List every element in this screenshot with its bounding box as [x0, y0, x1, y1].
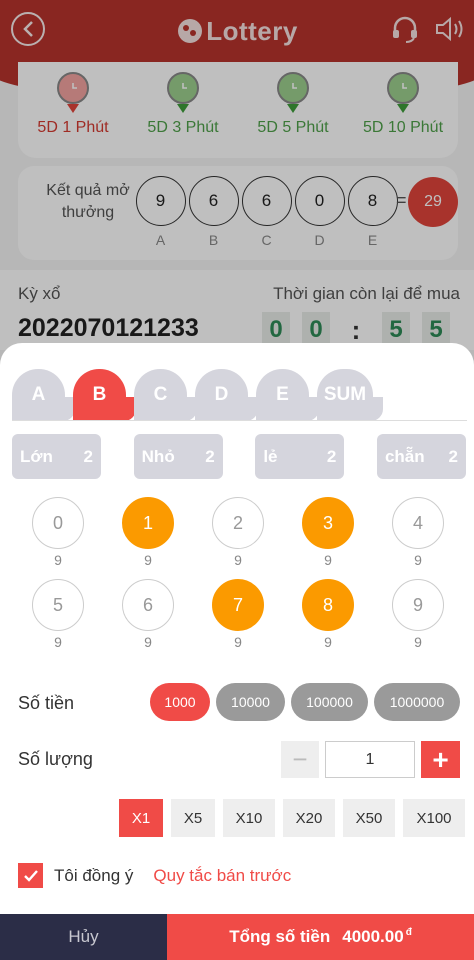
number-odds: 9	[144, 634, 152, 650]
number-odds: 9	[414, 634, 422, 650]
number-ball-3[interactable]: 3	[302, 497, 354, 549]
option-odds: 2	[448, 446, 458, 466]
quantity-decrease-button[interactable]: −	[281, 741, 319, 778]
number-ball-9[interactable]: 9	[392, 579, 444, 631]
multiplier-x10[interactable]: X10	[223, 799, 275, 837]
amount-option-10000[interactable]: 10000	[216, 683, 285, 721]
number-ball-4[interactable]: 4	[392, 497, 444, 549]
number-odds: 9	[324, 634, 332, 650]
multiplier-x5[interactable]: X5	[171, 799, 215, 837]
number-ball-6[interactable]: 6	[122, 579, 174, 631]
number-odds: 9	[144, 552, 152, 568]
number-odds: 9	[414, 552, 422, 568]
number-grid: 09 19 29 39 49 59 69 79 89 99	[32, 497, 452, 661]
number-ball-0[interactable]: 0	[32, 497, 84, 549]
total-label: Tổng số tiền	[229, 927, 331, 946]
option-label: Lớn	[20, 446, 53, 466]
tab-c[interactable]: C	[134, 369, 197, 421]
number-ball-7[interactable]: 7	[212, 579, 264, 631]
option-small-button[interactable]: Nhỏ 2	[133, 434, 223, 479]
number-ball-1[interactable]: 1	[122, 497, 174, 549]
number-odds: 9	[234, 552, 242, 568]
bet-sheet: A B C D E SUM Lớn 2 Nhỏ 2 lẻ 2 chẵn 2 09 19 …	[0, 343, 474, 960]
option-odd-button[interactable]: lẻ 2	[255, 434, 345, 479]
option-label: lẻ	[263, 446, 278, 466]
checkmark-icon	[23, 869, 38, 882]
multiplier-options: X1 X5 X10 X20 X50 X100	[119, 799, 465, 837]
option-big-button[interactable]: Lớn 2	[12, 434, 101, 479]
multiplier-x1[interactable]: X1	[119, 799, 163, 837]
submit-total-button[interactable]: Tổng số tiền 4000.00 đ	[167, 914, 474, 960]
option-odds: 2	[326, 446, 337, 466]
tab-b[interactable]: B	[73, 369, 136, 421]
option-even-button[interactable]: chẵn 2	[376, 434, 466, 479]
sheet-footer: Hủy Tổng số tiền 4000.00 đ	[0, 914, 474, 960]
position-tabs: A B C D E SUM	[12, 369, 383, 421]
agree-checkbox[interactable]	[18, 863, 43, 888]
quantity-input[interactable]	[325, 741, 415, 778]
amount-label: Số tiền	[18, 693, 75, 713]
tab-a[interactable]: A	[12, 369, 75, 421]
number-ball-8[interactable]: 8	[302, 579, 354, 631]
number-odds: 9	[54, 552, 62, 568]
option-label: chẵn	[384, 446, 425, 466]
option-label: Nhỏ	[141, 446, 175, 466]
total-amount: 4000.00	[342, 927, 404, 946]
cancel-button[interactable]: Hủy	[0, 914, 167, 960]
agreement-row: Tôi đồng ý Quy tắc bán trước	[18, 863, 291, 888]
presale-rules-link[interactable]: Quy tắc bán trước	[153, 866, 291, 886]
number-ball-2[interactable]: 2	[212, 497, 264, 549]
tab-sum[interactable]: SUM	[317, 369, 383, 421]
divider	[12, 420, 467, 421]
quantity-label: Số lượng	[18, 749, 93, 769]
multiplier-x50[interactable]: X50	[343, 799, 395, 837]
amount-option-1000[interactable]: 1000	[150, 683, 210, 721]
currency-symbol: đ	[405, 927, 412, 939]
quantity-increase-button[interactable]: +	[421, 741, 460, 778]
amount-option-100000[interactable]: 100000	[291, 683, 368, 721]
number-ball-5[interactable]: 5	[32, 579, 84, 631]
option-odds: 2	[205, 446, 215, 466]
big-small-options: Lớn 2 Nhỏ 2 lẻ 2 chẵn 2	[12, 434, 466, 479]
number-odds: 9	[234, 634, 242, 650]
tab-e[interactable]: E	[256, 369, 319, 421]
option-odds: 2	[83, 446, 93, 466]
multiplier-x100[interactable]: X100	[403, 799, 465, 837]
amount-option-1000000[interactable]: 1000000	[374, 683, 460, 721]
number-odds: 9	[324, 552, 332, 568]
agree-text: Tôi đồng ý	[54, 865, 134, 885]
multiplier-x20[interactable]: X20	[283, 799, 335, 837]
amount-options: 1000 10000 100000 1000000	[150, 683, 460, 721]
tab-d[interactable]: D	[195, 369, 258, 421]
number-odds: 9	[54, 634, 62, 650]
